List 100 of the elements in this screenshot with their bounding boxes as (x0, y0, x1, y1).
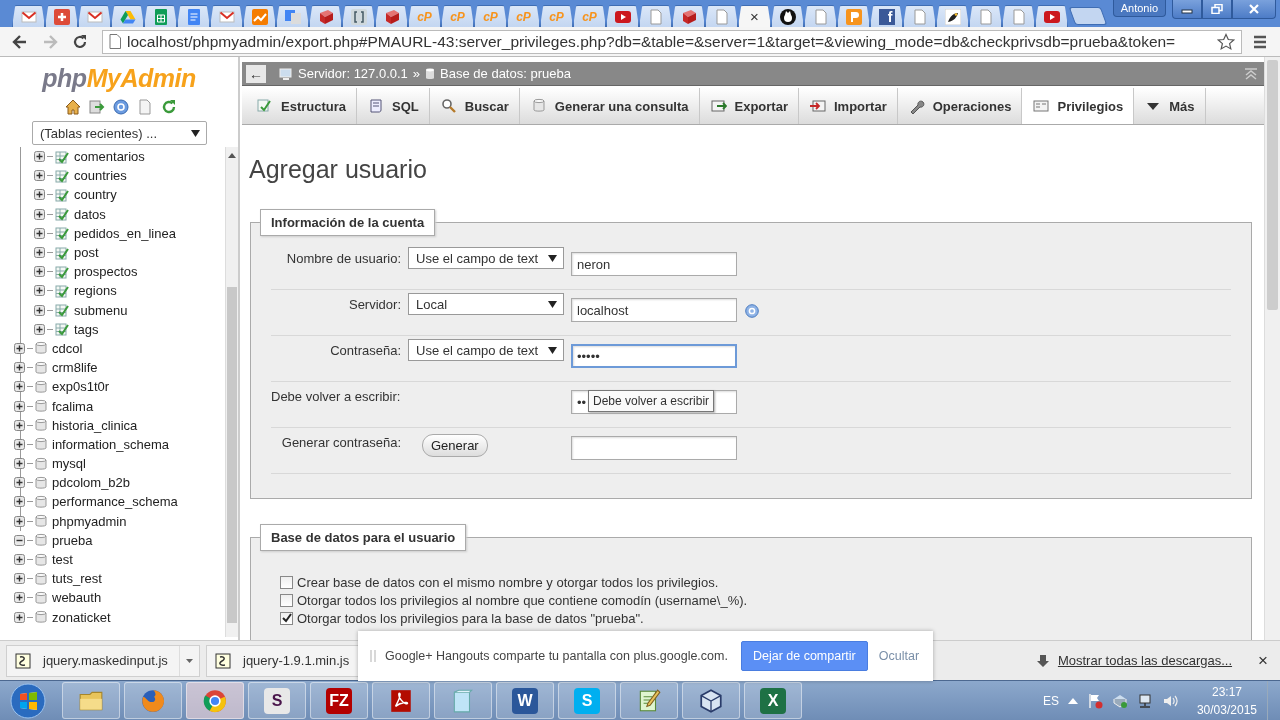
select-field[interactable]: Use el campo de text (408, 247, 564, 269)
database-link[interactable]: prueba (52, 532, 93, 548)
new-tab-button[interactable] (1068, 7, 1108, 25)
flag-icon[interactable] (1086, 692, 1103, 709)
taskbar-button[interactable] (682, 682, 740, 719)
expand-icon[interactable] (34, 208, 45, 220)
database-link[interactable]: cdcol (52, 340, 83, 356)
close-button[interactable] (1232, 0, 1276, 19)
help-icon[interactable] (113, 99, 129, 115)
taskbar-button[interactable]: W (496, 682, 554, 719)
database-link[interactable]: fcalima (52, 398, 94, 414)
table-link[interactable]: country (74, 187, 117, 203)
browser-tab[interactable]: f (870, 5, 903, 27)
database-link[interactable]: webauth (52, 590, 102, 606)
expand-icon[interactable] (34, 170, 45, 182)
expand-icon[interactable] (14, 419, 25, 431)
database-link[interactable]: exp0s1t0r (52, 379, 110, 395)
expand-icon[interactable] (34, 189, 45, 201)
scrollbar-thumb[interactable] (227, 287, 237, 623)
database-link[interactable]: zonaticket (52, 609, 111, 625)
expand-icon[interactable] (34, 304, 45, 316)
input-field[interactable] (571, 436, 737, 460)
expand-icon[interactable] (14, 381, 25, 393)
home-icon[interactable] (65, 99, 81, 115)
reload-icon[interactable] (161, 99, 177, 115)
expand-icon[interactable] (14, 458, 25, 470)
input-field[interactable]: neron (571, 252, 737, 276)
select-field[interactable]: Use el campo de text (408, 339, 564, 361)
expand-icon[interactable] (14, 362, 25, 374)
table-link[interactable]: pedidos_en_linea (74, 225, 176, 241)
expand-icon[interactable] (14, 438, 25, 450)
start-button[interactable] (8, 681, 48, 720)
database-link[interactable]: phpmyadmin (52, 513, 127, 529)
expand-icon[interactable] (14, 477, 25, 489)
database-link[interactable]: tuts_rest (52, 571, 102, 587)
table-link[interactable]: tags (74, 321, 99, 337)
expand-icon[interactable] (34, 323, 45, 335)
taskbar-button[interactable]: S (248, 682, 306, 719)
expand-icon[interactable] (34, 285, 45, 297)
database-link[interactable]: test (52, 552, 73, 568)
input-field[interactable]: localhost (571, 298, 737, 322)
expand-icon[interactable] (14, 496, 25, 508)
tab[interactable]: Exportar (699, 88, 799, 124)
scrollbar-thumb[interactable] (1267, 60, 1278, 310)
table-link[interactable]: submenu (74, 302, 128, 318)
expand-icon[interactable] (14, 611, 25, 623)
server-link[interactable]: Servidor: 127.0.0.1 (298, 66, 408, 81)
database-link[interactable]: historia_clinica (52, 417, 138, 433)
restore-button[interactable] (1202, 0, 1232, 19)
download-item[interactable]: jquery-1.9.1.min.js (207, 645, 379, 676)
expand-icon[interactable] (14, 573, 25, 585)
expand-icon[interactable] (34, 247, 45, 259)
expand-icon[interactable] (34, 151, 45, 163)
table-link[interactable]: prospectos (74, 264, 138, 280)
recent-tables-select[interactable]: (Tablas recientes) ... (32, 121, 207, 145)
database-link[interactable]: pdcolom_b2b (52, 475, 131, 491)
expand-icon[interactable] (14, 515, 25, 527)
database-link[interactable]: mysql (52, 456, 86, 472)
taskbar-button[interactable]: FZ (310, 682, 368, 719)
tab[interactable]: Generar una consulta (519, 88, 700, 124)
arrow-icon[interactable] (1067, 697, 1078, 704)
table-link[interactable]: countries (74, 168, 127, 184)
database-link[interactable]: performance_schema (52, 494, 178, 510)
table-link[interactable]: comentarios (74, 149, 145, 165)
expand-icon[interactable] (14, 554, 25, 566)
taskbar-button[interactable] (372, 682, 430, 719)
collapse-button[interactable]: ← (246, 64, 266, 83)
checkbox[interactable] (280, 611, 293, 625)
expand-icon[interactable] (14, 592, 25, 604)
hide-link[interactable]: Ocultar (878, 649, 920, 663)
profile-button[interactable]: Antonio (1112, 0, 1166, 17)
tab[interactable]: Más (1134, 88, 1206, 124)
table-link[interactable]: datos (74, 206, 106, 222)
input-field[interactable]: ••••• (571, 344, 737, 368)
taskbar-button[interactable] (124, 682, 182, 719)
checkbox[interactable] (280, 575, 293, 589)
table-link[interactable]: regions (74, 283, 117, 299)
expand-icon[interactable] (34, 227, 45, 239)
star-icon[interactable] (1217, 32, 1235, 51)
address-field[interactable]: localhost/phpmyadmin/export.php#PMAURL-43:server_privileges.php?db=&table=&server=1&target=&viewing_mode=db&checkprivsdb=prueba&token= (102, 29, 1242, 54)
input-field[interactable]: •• Debe volver a escribir (571, 390, 737, 414)
database-link[interactable]: Base de datos: prueba (440, 66, 571, 81)
browser-tab[interactable]: × (738, 5, 771, 27)
exit-icon[interactable] (89, 99, 105, 115)
checkbox[interactable] (280, 593, 293, 607)
box-icon[interactable] (1111, 692, 1128, 709)
tab[interactable]: Privilegios (1022, 88, 1135, 124)
taskbar-button[interactable] (620, 682, 678, 719)
collapse-icon[interactable] (14, 534, 25, 546)
expand-icon[interactable] (14, 342, 25, 354)
generate-button[interactable]: Generar (422, 434, 488, 457)
select-field[interactable]: Local (408, 293, 564, 315)
taskbar-button[interactable]: X (744, 682, 802, 719)
expand-icon[interactable] (34, 266, 45, 278)
show-all-link[interactable]: Mostrar todas las descargas... (1057, 653, 1233, 668)
tab[interactable]: Buscar (429, 88, 520, 124)
help-icon[interactable] (745, 304, 759, 318)
database-link[interactable]: crm8life (52, 360, 98, 376)
browser-tab[interactable] (771, 5, 804, 27)
expand-icon[interactable] (14, 400, 25, 412)
